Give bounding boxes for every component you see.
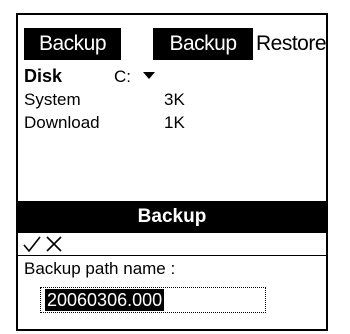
tab-backup[interactable]: Backup bbox=[153, 28, 253, 60]
checkmark-icon[interactable] bbox=[22, 234, 42, 254]
chevron-down-icon[interactable] bbox=[143, 72, 155, 79]
path-label: Backup path name : bbox=[24, 259, 176, 278]
entry-name: System bbox=[24, 90, 81, 109]
backup-dialog: Backup Backup path name : 20060306.000 bbox=[18, 201, 326, 331]
list-item: System 3K bbox=[24, 88, 314, 111]
backup-window: Backup Backup Restore Disk C: System 3K … bbox=[16, 13, 328, 331]
disk-info-panel: Disk C: System 3K Download 1K bbox=[24, 65, 314, 134]
close-icon[interactable] bbox=[44, 234, 64, 254]
app-title-tab: Backup bbox=[24, 28, 121, 60]
path-name-input[interactable]: 20060306.000 bbox=[40, 287, 266, 313]
tab-restore[interactable]: Restore bbox=[256, 28, 327, 60]
list-item: Download 1K bbox=[24, 111, 314, 134]
disk-row: Disk C: bbox=[24, 65, 314, 88]
entry-size: 3K bbox=[164, 90, 185, 109]
path-name-value[interactable]: 20060306.000 bbox=[45, 289, 165, 311]
entry-size: 1K bbox=[164, 113, 185, 132]
tab-bar: Backup Backup Restore bbox=[18, 28, 327, 62]
disk-label: Disk bbox=[24, 66, 63, 86]
disk-select-value[interactable]: C: bbox=[114, 65, 131, 88]
entry-name: Download bbox=[24, 113, 100, 132]
dialog-toolbar bbox=[18, 233, 326, 256]
dialog-title: Backup bbox=[18, 201, 326, 233]
